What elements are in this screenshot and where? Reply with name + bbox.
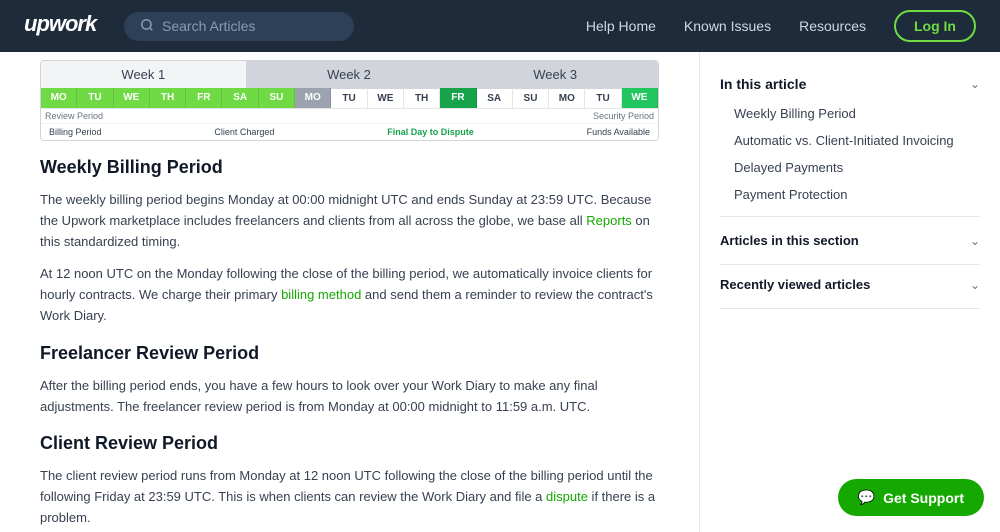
toc-item-weekly[interactable]: Weekly Billing Period [720, 100, 980, 127]
funds-available-label: Funds Available [587, 127, 650, 137]
toc-list: Weekly Billing Period Automatic vs. Clie… [720, 100, 980, 208]
recently-viewed-header[interactable]: Recently viewed articles ⌄ [720, 269, 980, 300]
articles-chevron-icon: ⌄ [970, 234, 980, 248]
weekly-billing-section: Weekly Billing Period The weekly billing… [40, 157, 659, 327]
day-mo-w1: MO [41, 88, 77, 108]
toc-item-payment-protection[interactable]: Payment Protection [720, 181, 980, 208]
day-we-w2: WE [368, 88, 404, 108]
recently-viewed-section: Recently viewed articles ⌄ [720, 269, 980, 309]
day-tu-w1: TU [77, 88, 113, 108]
freelancer-review-title: Freelancer Review Period [40, 343, 659, 364]
chevron-up-icon: ⌄ [970, 77, 980, 91]
main-content: Week 1 Week 2 Week 3 MO TU WE TH FR SA S… [0, 52, 700, 532]
header: upwork Search Articles Help Home Known I… [0, 0, 1000, 52]
in-this-article-title: In this article [720, 76, 806, 92]
weekly-billing-para1: The weekly billing period begins Monday … [40, 190, 659, 252]
nav-known-issues[interactable]: Known Issues [684, 18, 771, 34]
security-period-label: Security Period [593, 111, 654, 121]
articles-section: Articles in this section ⌄ [720, 225, 980, 265]
day-mo-w3: MO [549, 88, 585, 108]
search-label: Search Articles [162, 18, 255, 34]
weeks-header: Week 1 Week 2 Week 3 [41, 61, 658, 88]
review-period-label: Review Period [45, 111, 103, 121]
toc-item-delayed[interactable]: Delayed Payments [720, 154, 980, 181]
in-this-article-header[interactable]: In this article ⌄ [720, 68, 980, 100]
billing-calendar: Week 1 Week 2 Week 3 MO TU WE TH FR SA S… [40, 60, 659, 141]
day-fr-w1: FR [186, 88, 222, 108]
client-review-title: Client Review Period [40, 433, 659, 454]
days-row: MO TU WE TH FR SA SU MO TU WE TH FR SA S… [41, 88, 658, 108]
svg-text:upwork: upwork [24, 11, 99, 36]
dispute-link[interactable]: dispute [546, 489, 588, 504]
day-we-w3: WE [622, 88, 658, 108]
nav-resources[interactable]: Resources [799, 18, 866, 34]
client-review-para: The client review period runs from Monda… [40, 466, 659, 528]
client-charged-label: Client Charged [214, 127, 274, 137]
day-tu-w2: TU [331, 88, 367, 108]
billing-period-label: Billing Period [49, 127, 102, 137]
week-1-label: Week 1 [41, 61, 247, 88]
day-fr-w2: FR [440, 88, 476, 108]
get-support-button[interactable]: 💬 Get Support [838, 479, 984, 516]
sidebar: In this article ⌄ Weekly Billing Period … [700, 52, 1000, 532]
day-th-w2: TH [404, 88, 440, 108]
toc-item-auto-invoice[interactable]: Automatic vs. Client-Initiated Invoicing [720, 127, 980, 154]
day-sa-w1: SA [222, 88, 258, 108]
get-support-label: Get Support [883, 490, 964, 506]
logo[interactable]: upwork [24, 9, 104, 43]
weekly-billing-para2: At 12 noon UTC on the Monday following t… [40, 264, 659, 326]
day-su-w2: SU [513, 88, 549, 108]
billing-method-link[interactable]: billing method [281, 287, 361, 302]
login-button[interactable]: Log In [894, 10, 976, 42]
in-this-article-section: In this article ⌄ Weekly Billing Period … [720, 68, 980, 217]
header-nav: Help Home Known Issues Resources Log In [586, 10, 976, 42]
day-th-w1: TH [150, 88, 186, 108]
page-layout: Week 1 Week 2 Week 3 MO TU WE TH FR SA S… [0, 52, 1000, 532]
articles-section-header[interactable]: Articles in this section ⌄ [720, 225, 980, 256]
client-review-section: Client Review Period The client review p… [40, 433, 659, 528]
freelancer-review-section: Freelancer Review Period After the billi… [40, 343, 659, 418]
day-sa-w2: SA [477, 88, 513, 108]
articles-section-title: Articles in this section [720, 233, 859, 248]
search-icon [140, 18, 154, 35]
day-su-w1: SU [259, 88, 295, 108]
para1-text: The weekly billing period begins Monday … [40, 192, 651, 228]
final-day-label: Final Day to Dispute [387, 127, 474, 137]
weekly-billing-title: Weekly Billing Period [40, 157, 659, 178]
recently-viewed-title: Recently viewed articles [720, 277, 870, 292]
day-we-w1: WE [114, 88, 150, 108]
support-icon: 💬 [858, 489, 875, 506]
search-bar[interactable]: Search Articles [124, 12, 354, 41]
week-3-label: Week 3 [452, 61, 658, 88]
day-tu-w3: TU [585, 88, 621, 108]
recently-viewed-chevron-icon: ⌄ [970, 278, 980, 292]
reports-link[interactable]: Reports [586, 213, 632, 228]
nav-help-home[interactable]: Help Home [586, 18, 656, 34]
day-mo-w2: MO [295, 88, 331, 108]
freelancer-review-para: After the billing period ends, you have … [40, 376, 659, 418]
week-2-label: Week 2 [247, 61, 453, 88]
